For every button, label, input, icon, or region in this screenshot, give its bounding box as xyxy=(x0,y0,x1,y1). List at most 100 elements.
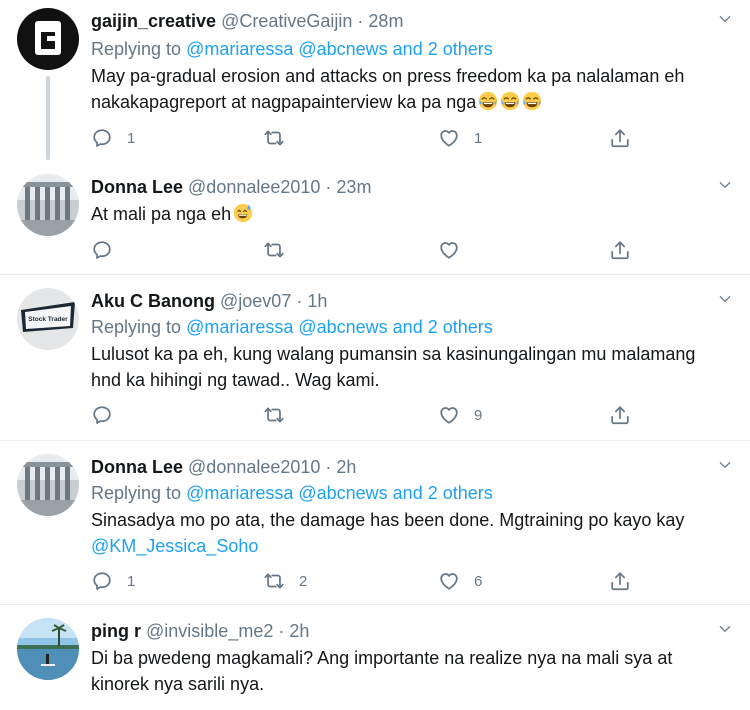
like-button[interactable] xyxy=(438,237,474,263)
share-icon xyxy=(609,239,631,261)
separator-dot: · xyxy=(273,621,290,641)
avatar[interactable] xyxy=(17,618,79,680)
chevron-down-icon[interactable] xyxy=(718,12,732,26)
user-handle[interactable]: @donnalee2010 xyxy=(188,457,320,477)
separator-dot: · xyxy=(320,177,337,197)
share-icon xyxy=(609,570,631,592)
separator-dot: · xyxy=(320,457,337,477)
like-button[interactable]: 6 xyxy=(438,568,482,594)
tweet-actions xyxy=(91,237,651,263)
tweet[interactable]: gaijin_creative @CreativeGaijin · 28m Re… xyxy=(0,8,750,160)
tweet-separator xyxy=(0,274,750,275)
timestamp[interactable]: 23m xyxy=(336,177,371,197)
user-handle[interactable]: @CreativeGaijin xyxy=(221,11,352,31)
retweet-count: 2 xyxy=(299,572,308,590)
tweet-header: Aku C Banong @joev07 · 1h xyxy=(91,290,327,312)
reply-count: 1 xyxy=(127,572,136,590)
like-count: 1 xyxy=(474,129,483,147)
display-name[interactable]: gaijin_creative xyxy=(91,11,216,31)
timestamp[interactable]: 2h xyxy=(336,457,356,477)
sweat-smile-emoji-icon xyxy=(233,203,253,223)
user-handle[interactable]: @donnalee2010 xyxy=(188,177,320,197)
retweet-icon xyxy=(263,127,285,149)
reply-icon xyxy=(91,570,113,592)
reply-icon xyxy=(91,404,113,426)
retweet-icon xyxy=(263,404,285,426)
like-icon xyxy=(438,239,460,261)
reply-icon xyxy=(91,239,113,261)
tweet-text: Sinasadya mo po ata, the damage has been… xyxy=(91,507,731,559)
reply-button[interactable] xyxy=(91,402,127,428)
tweet-actions: 1 2 6 xyxy=(91,568,651,594)
tweet-separator xyxy=(0,604,750,605)
like-count: 9 xyxy=(474,406,483,424)
avatar-label: Stock Trader xyxy=(28,316,68,323)
avatar[interactable]: Stock Trader xyxy=(17,288,79,350)
like-count: 6 xyxy=(474,572,483,590)
chevron-down-icon[interactable] xyxy=(718,178,732,192)
separator-dot: · xyxy=(352,11,369,31)
retweet-icon xyxy=(263,239,285,261)
retweet-button[interactable] xyxy=(263,125,299,151)
tweet[interactable]: Stock Trader Aku C Banong @joev07 · 1h R… xyxy=(0,288,750,438)
avatar[interactable] xyxy=(17,454,79,516)
chevron-down-icon[interactable] xyxy=(718,292,732,306)
avatar[interactable] xyxy=(17,8,79,70)
tweet-actions: 1 1 xyxy=(91,125,651,151)
tweet-header: gaijin_creative @CreativeGaijin · 28m xyxy=(91,10,403,32)
retweet-button[interactable] xyxy=(263,237,299,263)
retweet-icon xyxy=(263,570,285,592)
replying-to-users[interactable]: @mariaressa @abcnews and 2 others xyxy=(186,39,493,59)
reply-button[interactable]: 1 xyxy=(91,568,135,594)
display-name[interactable]: Aku C Banong xyxy=(91,291,215,311)
like-icon xyxy=(438,570,460,592)
like-icon xyxy=(438,404,460,426)
timestamp[interactable]: 28m xyxy=(368,11,403,31)
tweet-header: Donna Lee @donnalee2010 · 23m xyxy=(91,176,371,198)
replying-to: Replying to @mariaressa @abcnews and 2 o… xyxy=(91,39,493,59)
replying-to-users[interactable]: @mariaressa @abcnews and 2 others xyxy=(186,483,493,503)
retweet-button[interactable]: 2 xyxy=(263,568,307,594)
thread-line xyxy=(46,76,50,160)
tweet[interactable]: ping r @invisible_me2 · 2h Di ba pwedeng… xyxy=(0,618,750,710)
tweet-actions: 9 xyxy=(91,402,651,428)
display-name[interactable]: Donna Lee xyxy=(91,177,183,197)
replying-to: Replying to @mariaressa @abcnews and 2 o… xyxy=(91,317,493,337)
tweet-header: ping r @invisible_me2 · 2h xyxy=(91,620,309,642)
joy-emoji-icon xyxy=(500,91,520,111)
display-name[interactable]: ping r xyxy=(91,621,141,641)
joy-emoji-icon xyxy=(522,91,542,111)
user-handle[interactable]: @joev07 xyxy=(220,291,291,311)
timestamp[interactable]: 2h xyxy=(289,621,309,641)
share-icon xyxy=(609,404,631,426)
like-button[interactable]: 9 xyxy=(438,402,482,428)
tweet-header: Donna Lee @donnalee2010 · 2h xyxy=(91,456,356,478)
reply-count: 1 xyxy=(127,129,136,147)
chevron-down-icon[interactable] xyxy=(718,622,732,636)
share-button[interactable] xyxy=(609,402,631,428)
mention-link[interactable]: @KM_Jessica_Soho xyxy=(91,533,731,559)
share-button[interactable] xyxy=(609,237,631,263)
share-button[interactable] xyxy=(609,568,631,594)
joy-emoji-icon xyxy=(478,91,498,111)
retweet-button[interactable] xyxy=(263,402,299,428)
tweet[interactable]: Donna Lee @donnalee2010 · 23m At mali pa… xyxy=(0,174,750,274)
replying-to-users[interactable]: @mariaressa @abcnews and 2 others xyxy=(186,317,493,337)
replying-to: Replying to @mariaressa @abcnews and 2 o… xyxy=(91,483,493,503)
tweet-separator xyxy=(0,440,750,441)
display-name[interactable]: Donna Lee xyxy=(91,457,183,477)
avatar[interactable] xyxy=(17,174,79,236)
timestamp[interactable]: 1h xyxy=(307,291,327,311)
tweet[interactable]: Donna Lee @donnalee2010 · 2h Replying to… xyxy=(0,454,750,604)
like-icon xyxy=(438,127,460,149)
tweet-text: Di ba pwedeng magkamali? Ang importante … xyxy=(91,648,673,694)
share-icon xyxy=(609,127,631,149)
reply-button[interactable] xyxy=(91,237,127,263)
share-button[interactable] xyxy=(609,125,631,151)
tweet-text: At mali pa nga eh xyxy=(91,201,731,227)
tweet-text: Lulusot ka pa eh, kung walang pumansin s… xyxy=(91,344,696,390)
reply-button[interactable]: 1 xyxy=(91,125,135,151)
chevron-down-icon[interactable] xyxy=(718,458,732,472)
user-handle[interactable]: @invisible_me2 xyxy=(146,621,273,641)
like-button[interactable]: 1 xyxy=(438,125,482,151)
